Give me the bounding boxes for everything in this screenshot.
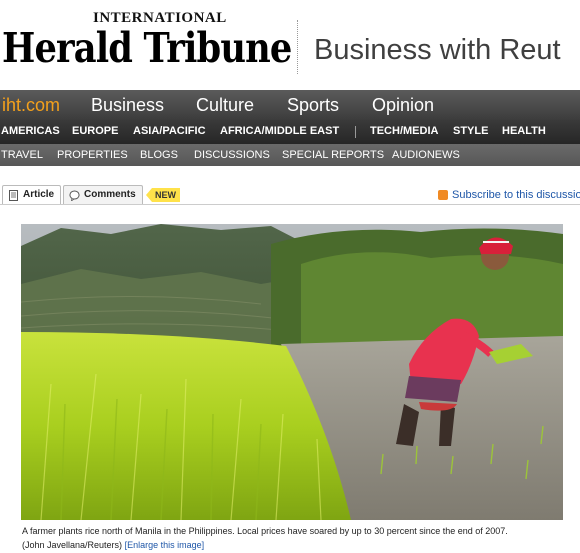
sub-nav: TRAVEL PROPERTIES BLOGS DISCUSSIONS SPEC… <box>0 144 580 166</box>
tab-article-label: Article <box>23 189 55 200</box>
rss-icon[interactable] <box>438 190 448 200</box>
tabs-divider <box>0 204 580 205</box>
nav-brand-link[interactable]: iht.com <box>2 95 60 116</box>
nav-region-asia-pacific[interactable]: ASIA/PACIFIC <box>133 125 206 137</box>
rice-field-photo <box>21 224 563 520</box>
section-title: Business with Reut <box>314 34 561 66</box>
nav-sub-blogs[interactable]: BLOGS <box>140 149 178 161</box>
nav-region-tech-media[interactable]: TECH/MEDIA <box>370 125 438 137</box>
nav-sub-special-reports[interactable]: SPECIAL REPORTS <box>282 149 384 161</box>
masthead-logo[interactable]: Herald Tribune <box>2 24 292 72</box>
nav-item-business[interactable]: Business <box>91 95 164 116</box>
subscribe-link[interactable]: Subscribe to this discussion <box>452 189 580 201</box>
article-photo[interactable] <box>21 224 563 520</box>
enlarge-image-link[interactable]: [Enlarge this image] <box>125 540 205 550</box>
nav-region-americas[interactable]: AMERICAS <box>1 125 60 137</box>
photo-caption: A farmer plants rice north of Manila in … <box>22 524 577 552</box>
comment-icon <box>69 190 80 201</box>
new-badge: NEW <box>146 188 180 202</box>
masthead: INTERNATIONAL Herald Tribune Business wi… <box>0 0 580 90</box>
nav-sub-audionews[interactable]: AUDIONEWS <box>392 149 460 161</box>
nav-item-culture[interactable]: Culture <box>196 95 254 116</box>
nav-item-sports[interactable]: Sports <box>287 95 339 116</box>
masthead-divider <box>297 20 298 74</box>
nav-separator <box>355 126 356 138</box>
tab-comments-label: Comments <box>84 189 136 200</box>
caption-credit: (John Javellana/Reuters) <box>22 540 123 550</box>
nav-region-europe[interactable]: EUROPE <box>72 125 118 137</box>
document-icon <box>9 190 18 201</box>
primary-nav: iht.com Business Culture Sports Opinion <box>0 90 580 120</box>
nav-sub-discussions[interactable]: DISCUSSIONS <box>194 149 270 161</box>
nav-sub-travel[interactable]: TRAVEL <box>1 149 43 161</box>
caption-text: A farmer plants rice north of Manila in … <box>22 526 508 536</box>
nav-region-style[interactable]: STYLE <box>453 125 488 137</box>
nav-region-health[interactable]: HEALTH <box>502 125 546 137</box>
tab-article[interactable]: Article <box>2 185 62 205</box>
regions-nav: AMERICAS EUROPE ASIA/PACIFIC AFRICA/MIDD… <box>0 120 580 144</box>
nav-sub-properties[interactable]: PROPERTIES <box>57 149 128 161</box>
nav-region-africa-middle-east[interactable]: AFRICA/MIDDLE EAST <box>220 125 339 137</box>
nav-item-opinion[interactable]: Opinion <box>372 95 434 116</box>
tab-comments[interactable]: Comments <box>63 185 143 205</box>
